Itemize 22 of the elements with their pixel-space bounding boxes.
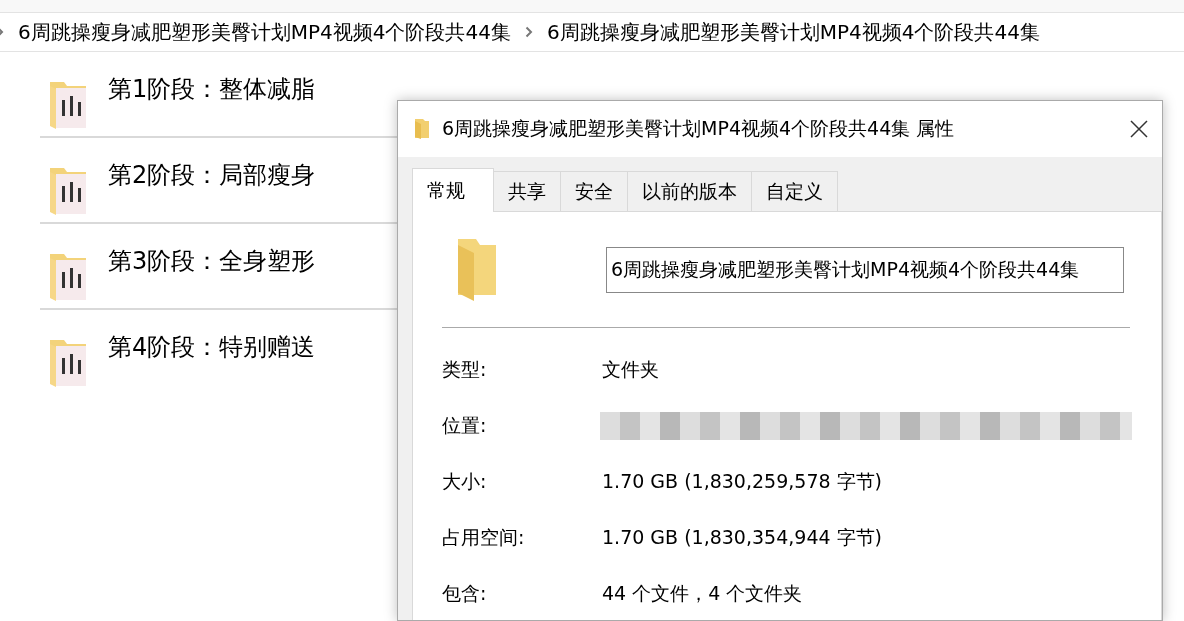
folder-name[interactable]: 第3阶段：全身塑形 bbox=[108, 249, 316, 273]
property-label: 大小: bbox=[442, 469, 488, 494]
breadcrumb-item[interactable]: 6周跳操瘦身减肥塑形美臀计划MP4视频4个阶段共44集 bbox=[18, 18, 511, 46]
property-value: 文件夹 bbox=[602, 357, 659, 382]
folder-name[interactable]: 第2阶段：局部瘦身 bbox=[108, 163, 316, 187]
breadcrumb-item[interactable]: 6周跳操瘦身减肥塑形美臀计划MP4视频4个阶段共44集 bbox=[546, 18, 1040, 46]
tab[interactable]: 自定义 bbox=[751, 171, 838, 211]
folder-icon bbox=[456, 236, 498, 303]
property-value: 1.70 GB (1,830,259,578 字节) bbox=[602, 469, 882, 494]
property-label: 包含: bbox=[442, 581, 488, 606]
chevron-right-icon bbox=[524, 26, 533, 38]
folder-name[interactable]: 第4阶段：特别赠送 bbox=[108, 335, 316, 359]
property-label: 位置: bbox=[442, 413, 488, 438]
name-field[interactable]: 6周跳操瘦身减肥塑形美臀计划MP4视频4个阶段共44集 bbox=[606, 246, 1124, 293]
dialog-title: 6周跳操瘦身减肥塑形美臀计划MP4视频4个阶段共44集 属性 bbox=[442, 116, 955, 141]
property-label: 类型: bbox=[442, 357, 488, 382]
property-value: 44 个文件，4 个文件夹 bbox=[602, 581, 803, 606]
folder-name[interactable]: 第1阶段：整体减脂 bbox=[108, 77, 316, 101]
property-value: 1.70 GB (1,830,354,944 字节) bbox=[602, 525, 882, 550]
tab[interactable]: 常规 bbox=[412, 168, 494, 212]
property-label: 占用空间: bbox=[442, 525, 526, 550]
folder-icon bbox=[414, 118, 430, 140]
